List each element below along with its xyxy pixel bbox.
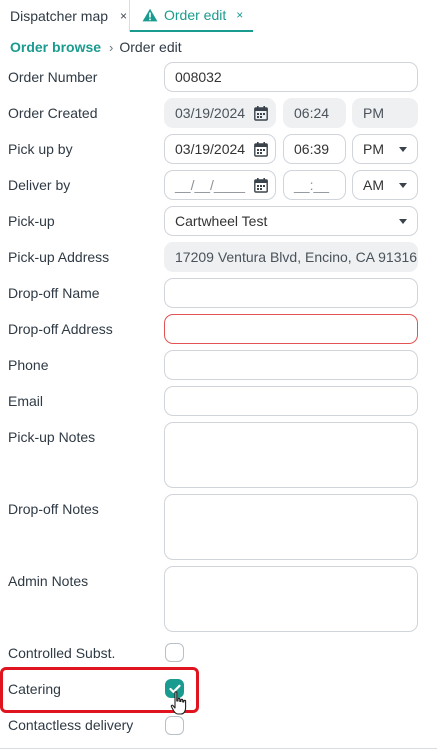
deliver-by-time-value: __:__ (294, 177, 330, 193)
pick-up-by-ampm-select[interactable]: PM (352, 134, 418, 164)
pick-up-address-value: 17209 Ventura Blvd, Encino, CA 91316, U (175, 249, 418, 265)
order-number-label: Order Number (8, 69, 98, 85)
pick-up-label: Pick-up (8, 213, 55, 229)
deliver-by-time-field[interactable]: __:__ (283, 170, 346, 200)
drop-off-address-label: Drop-off Address (8, 321, 113, 337)
warning-icon (142, 8, 158, 22)
catering-label: Catering (8, 681, 61, 697)
deliver-by-label: Deliver by (8, 177, 71, 193)
order-created-ampm-value: PM (363, 105, 384, 121)
chevron-down-icon (399, 147, 407, 152)
pick-up-by-date-field[interactable]: 03/19/2024 (164, 134, 276, 164)
calendar-icon (254, 106, 268, 121)
tab-bar: Dispatcher map × Order edit × (0, 0, 437, 32)
tab-dispatcher-map[interactable]: Dispatcher map × (0, 0, 130, 32)
breadcrumb: Order browse › Order edit (10, 39, 182, 55)
order-created-date-field[interactable]: 03/19/2024 (164, 98, 276, 128)
order-created-label: Order Created (8, 105, 98, 121)
pick-up-by-time-field[interactable]: 06:39 (283, 134, 346, 164)
pick-up-by-time-value: 06:39 (294, 141, 330, 157)
drop-off-name-field[interactable] (164, 278, 418, 308)
tab-label: Order edit (164, 7, 227, 23)
chevron-down-icon (399, 219, 407, 224)
divider (0, 748, 437, 749)
phone-field[interactable] (164, 350, 418, 380)
tab-label: Dispatcher map (10, 8, 109, 24)
pick-up-by-label: Pick up by (8, 141, 73, 157)
order-number-value: 008032 (175, 69, 222, 85)
pick-up-address-label: Pick-up Address (8, 249, 110, 265)
order-created-time-value: 06:24 (294, 105, 330, 121)
pick-up-notes-label: Pick-up Notes (8, 429, 96, 445)
close-icon[interactable]: × (120, 9, 127, 23)
admin-notes-textarea[interactable] (164, 566, 418, 632)
contactless-delivery-checkbox[interactable] (165, 716, 184, 735)
controlled-subst-label: Controlled Subst. (8, 645, 116, 661)
close-icon[interactable]: × (236, 8, 243, 22)
pick-up-address-field[interactable]: 17209 Ventura Blvd, Encino, CA 91316, U (164, 242, 418, 272)
calendar-icon[interactable] (254, 178, 268, 193)
breadcrumb-separator-icon: › (109, 39, 114, 55)
admin-notes-label: Admin Notes (8, 573, 89, 589)
drop-off-name-label: Drop-off Name (8, 285, 100, 301)
breadcrumb-link-order-browse[interactable]: Order browse (10, 39, 101, 55)
order-created-date-value: 03/19/2024 (175, 105, 246, 121)
pick-up-notes-textarea[interactable] (164, 422, 418, 488)
hand-cursor-icon (170, 691, 187, 715)
chevron-down-icon (399, 183, 407, 188)
order-created-ampm-select[interactable]: PM (352, 98, 418, 128)
email-field[interactable] (164, 386, 418, 416)
deliver-by-date-value: __/__/____ (175, 177, 246, 193)
drop-off-notes-textarea[interactable] (164, 494, 418, 560)
order-created-time-field[interactable]: 06:24 (283, 98, 346, 128)
tab-order-edit[interactable]: Order edit × (130, 0, 253, 32)
breadcrumb-current: Order edit (119, 39, 182, 55)
deliver-by-ampm-value: AM (363, 177, 384, 193)
phone-label: Phone (8, 357, 49, 373)
order-number-field[interactable]: 008032 (164, 62, 418, 92)
controlled-subst-checkbox[interactable] (165, 643, 184, 662)
drop-off-address-field[interactable] (164, 314, 418, 344)
email-label: Email (8, 393, 44, 409)
deliver-by-ampm-select[interactable]: AM (352, 170, 418, 200)
pick-up-value: Cartwheel Test (175, 213, 268, 229)
pick-up-by-date-value: 03/19/2024 (175, 141, 246, 157)
pick-up-by-ampm-value: PM (363, 141, 384, 157)
drop-off-notes-label: Drop-off Notes (8, 501, 99, 517)
deliver-by-date-field[interactable]: __/__/____ (164, 170, 276, 200)
pick-up-select[interactable]: Cartwheel Test (164, 206, 418, 236)
calendar-icon[interactable] (254, 142, 268, 157)
contactless-delivery-label: Contactless delivery (8, 717, 134, 733)
